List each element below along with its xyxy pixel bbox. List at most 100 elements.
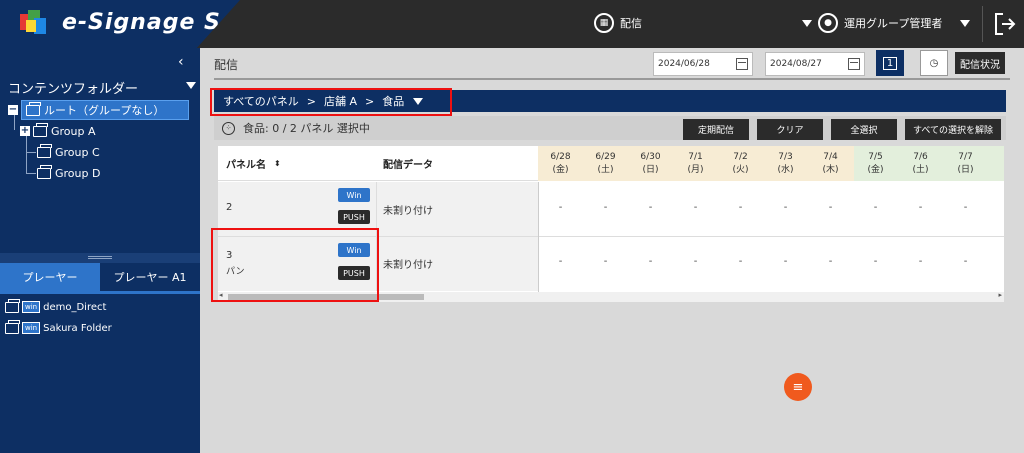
top-bar: e-Signage S ▦ 配信 ● 運用グループ管理者 <box>0 0 1024 48</box>
weekday-label: (日) <box>642 164 659 175</box>
smiley-icon: ⁘ <box>222 121 235 135</box>
date-to-input[interactable]: 2024/08/27 <box>765 52 865 76</box>
weekday-label: (日) <box>957 164 974 175</box>
calendar-icon[interactable] <box>848 58 860 70</box>
splitter-grip-icon[interactable] <box>88 256 112 259</box>
tab-player-a1[interactable]: プレーヤー A1 <box>100 263 200 291</box>
schedule-cell[interactable]: - <box>763 256 808 267</box>
schedule-cell[interactable]: - <box>853 256 898 267</box>
horizontal-scrollbar[interactable]: ◂ ▸ <box>218 291 1004 302</box>
date-from-value: 2024/06/28 <box>658 59 710 69</box>
schedule-cell[interactable]: - <box>628 202 673 213</box>
tree-item-label: Group D <box>55 166 101 180</box>
date-label: 7/3 <box>778 151 793 162</box>
schedule-cell[interactable]: - <box>808 256 853 267</box>
page-title: 配信 <box>214 58 239 72</box>
schedule-cell[interactable]: - <box>583 256 628 267</box>
tree-item-label: ルート（グループなし） <box>44 104 165 117</box>
user-menu[interactable]: ● 運用グループ管理者 <box>802 13 971 33</box>
logout-icon[interactable] <box>994 12 1016 36</box>
date-label: 7/6 <box>913 151 928 162</box>
folder-icon <box>5 298 20 313</box>
column-distribution-data: 配信データ <box>383 160 433 171</box>
push-tag: PUSH <box>338 210 370 224</box>
win-tag: Win <box>338 188 370 202</box>
win-badge: win <box>22 322 41 334</box>
distribution-data: 未割り付け <box>383 206 433 217</box>
weekday-label: (土) <box>912 164 929 175</box>
schedule-cell[interactable]: - <box>808 202 853 213</box>
breadcrumb-store-a[interactable]: 店舗 A <box>324 93 357 109</box>
date-from-input[interactable]: 2024/06/28 <box>653 52 753 76</box>
distribution-menu[interactable]: ▦ 配信 <box>594 13 642 33</box>
column-panel-name[interactable]: パネル名 ⬍ <box>226 146 376 181</box>
clear-button[interactable]: クリア <box>757 119 823 140</box>
date-column-header: 6/30 (日) <box>628 146 673 181</box>
weekday-label: (金) <box>867 164 884 175</box>
schedule-cell[interactable]: - <box>718 256 763 267</box>
collapse-sidebar-icon[interactable]: ‹ <box>178 54 184 70</box>
weekday-label: (水) <box>777 164 794 175</box>
weekday-label: (木) <box>822 164 839 175</box>
calendar-icon[interactable] <box>736 58 748 70</box>
breadcrumb-all-panels[interactable]: すべてのパネル <box>223 93 299 109</box>
schedule-cell[interactable]: - <box>718 202 763 213</box>
schedule-cell[interactable]: - <box>943 202 988 213</box>
weekday-label: (金) <box>552 164 569 175</box>
schedule-cell[interactable]: - <box>538 256 583 267</box>
folder-icon <box>37 143 52 158</box>
win-tag: Win <box>338 243 370 257</box>
player-label: demo_Direct <box>43 301 107 313</box>
tree-item-group-d[interactable]: Group D <box>37 163 100 183</box>
calendar-view-button[interactable]: 1 <box>876 50 904 76</box>
scheduled-distribution-button[interactable]: 定期配信 <box>683 119 749 140</box>
schedule-cell[interactable]: - <box>673 202 718 213</box>
tree-item-group-c[interactable]: Group C <box>37 142 100 162</box>
distribution-status-button[interactable]: 配信状況 <box>955 52 1005 74</box>
date-column-header: 7/6 (土) <box>898 146 943 181</box>
breadcrumb-food[interactable]: 食品 <box>382 93 404 109</box>
folder-icon <box>33 122 48 137</box>
schedule-cell[interactable]: - <box>673 256 718 267</box>
scroll-left-icon[interactable]: ◂ <box>219 291 223 299</box>
schedule-cell[interactable]: - <box>763 202 808 213</box>
deselect-all-button[interactable]: すべての選択を解除 <box>905 119 1001 140</box>
tab-player[interactable]: プレーヤー <box>0 263 100 291</box>
select-all-button[interactable]: 全選択 <box>831 119 897 140</box>
tree-item-root[interactable]: − ルート（グループなし） <box>8 100 189 120</box>
date-label: 6/28 <box>550 151 571 162</box>
date-column-header: 7/7 (日) <box>943 146 988 181</box>
schedule-cell[interactable]: - <box>583 202 628 213</box>
schedule-cell[interactable]: - <box>943 256 988 267</box>
folder-icon <box>37 164 52 179</box>
schedule-cell[interactable]: - <box>628 256 673 267</box>
panel-schedule-grid: パネル名 ⬍ 配信データ 6/28 (金) 6/29 (土) 6/30 (日) 7/1 (月)… <box>218 146 1004 302</box>
column-label: パネル名 <box>226 160 266 171</box>
distribution-label: 配信 <box>620 17 642 30</box>
chevron-down-icon[interactable] <box>413 97 424 105</box>
tree-item-group-a[interactable]: + Group A <box>20 121 96 141</box>
collapse-icon[interactable]: − <box>8 105 18 115</box>
menu-fab-button[interactable]: ≡ <box>784 373 812 401</box>
schedule-cell[interactable]: - <box>898 256 943 267</box>
schedule-cell[interactable]: - <box>853 202 898 213</box>
folder-header: コンテンツフォルダー <box>8 82 139 97</box>
date-column-header: 7/1 (月) <box>673 146 718 181</box>
expand-icon[interactable]: + <box>20 126 30 136</box>
sort-icon[interactable]: ⬍ <box>274 159 281 168</box>
logo-area: e-Signage S <box>0 0 240 48</box>
col-divider <box>538 182 539 292</box>
clock-view-button[interactable]: ◷ <box>920 50 948 76</box>
player-item-sakura-folder[interactable]: win Sakura Folder <box>5 319 112 334</box>
scroll-right-icon[interactable]: ▸ <box>998 291 1002 299</box>
date-to-value: 2024/08/27 <box>770 59 822 69</box>
weekday-label: (月) <box>687 164 704 175</box>
chevron-down-icon[interactable] <box>186 82 196 89</box>
scrollbar-thumb[interactable] <box>228 294 424 300</box>
player-item-demo-direct[interactable]: win demo_Direct <box>5 298 107 313</box>
date-label: 6/29 <box>595 151 616 162</box>
weekday-label: (火) <box>732 164 749 175</box>
app-title: e-Signage S <box>62 10 221 35</box>
schedule-cell[interactable]: - <box>898 202 943 213</box>
schedule-cell[interactable]: - <box>538 202 583 213</box>
